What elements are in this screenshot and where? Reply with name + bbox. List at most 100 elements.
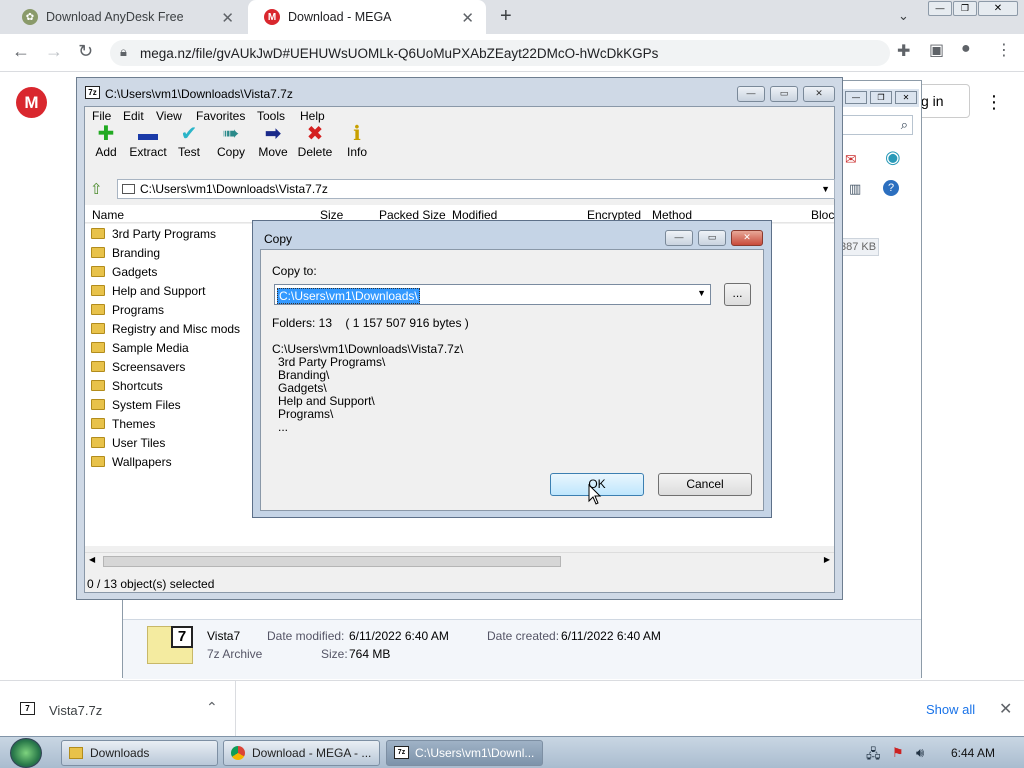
cancel-button[interactable]: Cancel — [658, 473, 752, 496]
minimize-icon[interactable]: — — [928, 1, 952, 16]
item-label: Sample Media — [112, 340, 189, 355]
network-icon[interactable]: 🖧︎ — [866, 745, 881, 767]
status-bar: 0 / 13 object(s) selected — [87, 577, 215, 591]
move-button[interactable]: ➡ Move — [253, 123, 293, 159]
mega-logo-icon[interactable]: M — [16, 87, 47, 118]
7zip-file-icon: 7 — [20, 702, 35, 715]
scroll-thumb[interactable] — [103, 556, 561, 567]
minus-icon: ▬ — [138, 123, 158, 145]
restore-icon[interactable]: ❐ — [870, 91, 892, 104]
tab-search-icon[interactable]: ⌄ — [898, 8, 909, 24]
menu-tools[interactable]: Tools — [257, 109, 285, 123]
copy-label: Copy — [216, 145, 245, 159]
folder-icon — [91, 266, 105, 277]
tab-mega[interactable]: M Download - MEGA ✕ — [248, 0, 486, 34]
taskbar-item-7zip[interactable]: 7z C:\Users\vm1\Downl... — [386, 740, 543, 766]
side-panel-icon[interactable]: ▣ — [929, 40, 944, 60]
tab-title: Download AnyDesk Free — [46, 10, 184, 24]
reload-icon[interactable]: ↻ — [78, 41, 93, 62]
maximize-icon[interactable]: ▭ — [698, 230, 726, 246]
copy-button[interactable]: ➠ Copy — [211, 123, 251, 159]
list-item[interactable]: Programs — [91, 300, 164, 319]
list-item[interactable]: Help and Support — [91, 281, 205, 300]
close-tab-icon[interactable]: ✕ — [461, 9, 474, 27]
restore-icon[interactable]: ❐ — [953, 1, 977, 16]
info-button[interactable]: ℹ Info — [337, 123, 377, 159]
close-tab-icon[interactable]: ✕ — [221, 9, 234, 27]
mail-icon[interactable]: ✉ — [845, 151, 857, 168]
menu-file[interactable]: File — [92, 109, 111, 123]
list-item: Help and Support\ — [278, 394, 375, 408]
minimize-icon[interactable]: — — [845, 91, 867, 104]
menu-help[interactable]: Help — [300, 109, 325, 123]
preview-pane-icon[interactable]: ▥ — [849, 181, 861, 197]
horizontal-scrollbar[interactable]: ◀ ▶ — [85, 552, 834, 569]
start-button[interactable] — [10, 738, 42, 768]
globe-icon[interactable]: ◉ — [885, 147, 901, 168]
minimize-icon[interactable]: — — [737, 86, 765, 102]
forward-icon[interactable]: → — [45, 41, 63, 62]
list-item[interactable]: Branding — [91, 243, 160, 262]
clock[interactable]: 6:44 AM — [951, 746, 995, 760]
list-item[interactable]: 3rd Party Programs — [91, 224, 216, 243]
menu-edit[interactable]: Edit — [123, 109, 144, 123]
folder-icon — [91, 304, 105, 315]
list-item[interactable]: Shortcuts — [91, 376, 163, 395]
back-icon[interactable]: ← — [12, 41, 30, 62]
list-item[interactable]: System Files — [91, 395, 181, 414]
page-menu-icon[interactable]: ⋮ — [985, 92, 1003, 113]
lock-icon: 🔒︎ — [120, 44, 127, 59]
action-center-icon[interactable]: ⚑ — [892, 745, 904, 761]
show-all-button[interactable]: Show all — [926, 702, 975, 717]
menu-view[interactable]: View — [156, 109, 182, 123]
dropdown-arrow-icon[interactable]: ▼ — [821, 180, 830, 198]
list-item[interactable]: User Tiles — [91, 433, 165, 452]
menu-favorites[interactable]: Favorites — [196, 109, 245, 123]
extract-button[interactable]: ▬ Extract — [127, 123, 169, 159]
file-type: 7z Archive — [207, 647, 263, 661]
list-item[interactable]: Screensavers — [91, 357, 185, 376]
copy-to-combobox[interactable]: C:\Users\vm1\Downloads\ ▼ — [274, 284, 711, 305]
col-block[interactable]: Bloc — [811, 208, 834, 222]
test-button[interactable]: ✔ Test — [169, 123, 209, 159]
path-input[interactable]: C:\Users\vm1\Downloads\Vista7.7z ▼ — [117, 179, 835, 199]
browse-button[interactable]: ... — [724, 283, 751, 306]
taskbar-item-downloads[interactable]: Downloads — [61, 740, 218, 766]
minimize-icon[interactable]: — — [665, 230, 693, 246]
item-label: Branding — [112, 245, 161, 260]
profile-icon[interactable]: ● — [961, 40, 971, 58]
menu-dots-icon[interactable]: ⋮ — [996, 40, 1012, 60]
folder-icon — [91, 247, 105, 258]
download-item[interactable]: 7 Vista7.7z ⌃ — [0, 681, 236, 737]
chevron-up-icon[interactable]: ⌃ — [206, 699, 218, 716]
close-shelf-icon[interactable]: ✕ — [999, 699, 1012, 719]
dropdown-arrow-icon[interactable]: ▼ — [697, 288, 706, 298]
list-item[interactable]: Themes — [91, 414, 155, 433]
taskbar-item-chrome[interactable]: Download - MEGA - ... — [223, 740, 380, 766]
scroll-left-icon[interactable]: ◀ — [89, 555, 95, 564]
add-button[interactable]: ✚ Add — [86, 123, 126, 159]
archive-path: C:\Users\vm1\Downloads\Vista7.7z\ — [272, 342, 464, 356]
close-window-icon[interactable]: ✕ — [978, 1, 1018, 16]
address-bar[interactable]: 🔒︎ mega.nz/file/gvAUkJwD#UEHUWsUOMLk-Q6U… — [110, 40, 890, 66]
close-icon[interactable]: ✕ — [895, 91, 917, 104]
extensions-icon[interactable]: ✚ — [897, 41, 910, 61]
list-item[interactable]: Wallpapers — [91, 452, 172, 471]
delete-button[interactable]: ✖ Delete — [295, 123, 335, 159]
close-icon[interactable]: ✕ — [731, 230, 763, 246]
help-icon[interactable]: ? — [883, 180, 899, 196]
new-tab-icon[interactable]: + — [500, 5, 512, 28]
x-icon: ✖ — [306, 123, 324, 145]
list-item[interactable]: Registry and Misc mods — [91, 319, 240, 338]
list-item[interactable]: Sample Media — [91, 338, 189, 357]
item-label: Registry and Misc mods — [112, 321, 241, 336]
tab-anydesk[interactable]: ✿ Download AnyDesk Free ✕ — [6, 0, 246, 34]
col-name[interactable]: Name — [92, 208, 124, 222]
scroll-right-icon[interactable]: ▶ — [824, 555, 830, 564]
volume-icon[interactable]: 🔊︎ — [916, 745, 924, 761]
explorer-search-input[interactable]: ⌕ — [841, 115, 913, 135]
close-icon[interactable]: ✕ — [803, 86, 835, 102]
list-item[interactable]: Gadgets — [91, 262, 157, 281]
folder-up-icon[interactable]: ⇧ — [90, 180, 103, 198]
maximize-icon[interactable]: ▭ — [770, 86, 798, 102]
